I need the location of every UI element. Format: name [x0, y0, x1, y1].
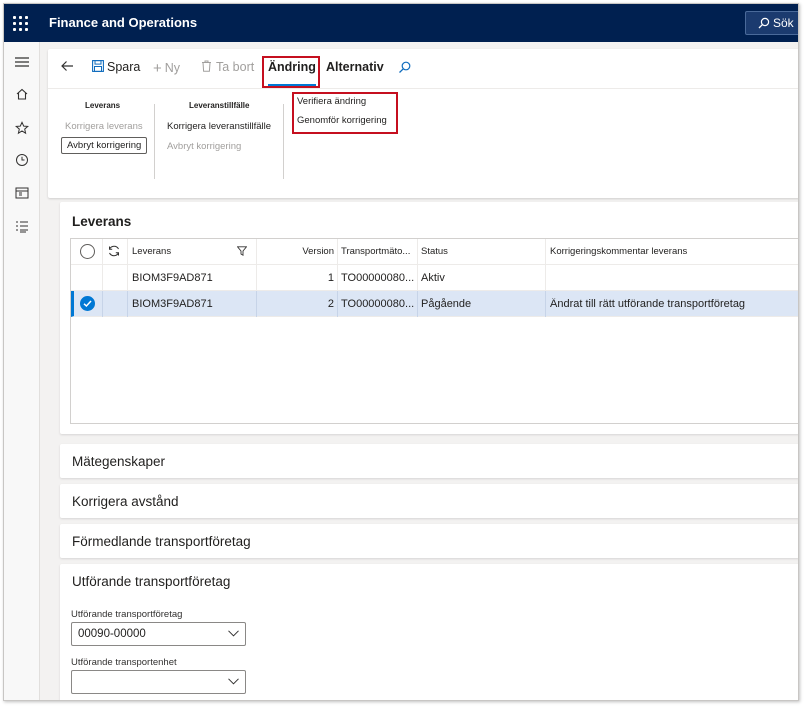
workspaces-icon[interactable] — [12, 183, 32, 203]
left-navigation — [4, 42, 40, 700]
section-korrigera-avstand[interactable]: Korrigera avstånd — [60, 484, 798, 518]
save-icon — [92, 60, 104, 72]
modules-list-icon[interactable] — [12, 217, 32, 237]
cell-transport: TO00000080... — [341, 272, 415, 284]
table-row-selected[interactable]: BIOM3F9AD871 2 TO00000080... Pågående Än… — [71, 291, 798, 317]
app-launcher-icon[interactable] — [10, 13, 30, 33]
cell-status: Aktiv — [421, 272, 445, 284]
cell-leverans: BIOM3F9AD871 — [132, 272, 213, 284]
app-title: Finance and Operations — [49, 15, 198, 30]
new-label: Ny — [164, 61, 181, 75]
search-icon — [758, 17, 770, 29]
column-header-comment[interactable]: Korrigeringskommentar leverans — [550, 246, 687, 257]
table-row[interactable]: BIOM3F9AD871 1 TO00000080... Aktiv — [71, 265, 798, 291]
column-separator — [256, 291, 257, 317]
verify-change-button[interactable]: Verifiera ändring — [297, 96, 366, 107]
save-button[interactable]: Spara — [92, 60, 140, 80]
delete-button[interactable]: Ta bort — [201, 60, 254, 80]
column-separator — [102, 291, 103, 317]
column-separator — [545, 291, 546, 317]
execute-correction-button[interactable]: Genomför korrigering — [297, 115, 387, 126]
delivery-grid: Leverans Version Transportmäto... Status… — [70, 238, 798, 424]
back-arrow-icon — [61, 61, 73, 71]
action-search-button[interactable] — [398, 61, 411, 81]
delivery-section: Leverans Leverans Version Transportmäto.… — [60, 202, 798, 434]
ribbon-group-leverans-title: Leverans — [85, 101, 121, 110]
carrier-combobox[interactable]: 00090-00000 — [71, 622, 246, 646]
refresh-icon[interactable] — [107, 244, 121, 261]
column-separator — [545, 239, 546, 265]
cell-status: Pågående — [421, 298, 472, 310]
search-icon — [399, 61, 411, 73]
section-title: Förmedlande transportföretag — [72, 534, 251, 549]
action-toolbar: Spara + Ny Ta bort Ändring Alternativ — [48, 49, 798, 89]
carrier-field-label: Utförande transportföretag — [71, 609, 183, 620]
hamburger-menu-icon[interactable] — [12, 52, 32, 72]
grid-header-row: Leverans Version Transportmäto... Status… — [71, 239, 798, 265]
filter-icon[interactable] — [236, 245, 248, 259]
global-search-button[interactable]: Sök — [745, 11, 798, 35]
save-label: Spara — [107, 60, 141, 74]
transport-unit-combobox[interactable] — [71, 670, 246, 694]
correct-delivery-button[interactable]: Korrigera leverans — [65, 121, 143, 132]
cell-comment: Ändrat till rätt utförande transportföre… — [550, 298, 746, 310]
column-separator — [337, 239, 338, 265]
column-separator — [417, 291, 418, 317]
top-bar: Finance and Operations Sök — [4, 4, 798, 42]
add-icon: + — [153, 60, 162, 77]
column-separator — [102, 239, 103, 265]
column-separator — [127, 239, 128, 265]
cancel-delivery-correction-button[interactable]: Avbryt korrigering — [61, 137, 148, 154]
section-matvarden[interactable]: Mätegenskaper — [60, 444, 798, 478]
back-button[interactable] — [60, 59, 74, 79]
section-utforande-transportforetag: Utförande transportföretag Utförande tra… — [60, 564, 798, 700]
column-separator — [417, 239, 418, 265]
column-separator — [545, 265, 546, 291]
column-separator — [127, 265, 128, 291]
trash-icon — [202, 60, 211, 72]
cell-version: 1 — [327, 272, 334, 284]
recent-clock-icon[interactable] — [12, 150, 32, 170]
section-formedlande-transportforetag[interactable]: Förmedlande transportföretag — [60, 524, 798, 558]
column-separator — [337, 265, 338, 291]
column-header-status[interactable]: Status — [421, 246, 448, 257]
column-separator — [256, 265, 257, 291]
new-button[interactable]: + Ny — [153, 60, 180, 80]
favorites-star-icon[interactable] — [12, 118, 32, 138]
delivery-section-title: Leverans — [72, 214, 132, 229]
column-separator — [102, 265, 103, 291]
home-icon[interactable] — [12, 84, 32, 104]
chevron-down-icon — [228, 678, 239, 685]
section-title: Mätegenskaper — [72, 454, 166, 469]
cell-version: 2 — [327, 298, 334, 310]
cell-transport: TO00000080... — [341, 298, 415, 310]
global-search-label: Sök — [773, 16, 794, 30]
column-header-version[interactable]: Version — [301, 246, 334, 257]
column-header-leverans[interactable]: Leverans — [132, 246, 171, 257]
action-pane: Spara + Ny Ta bort Ändring Alternativ Lev… — [48, 49, 798, 198]
delete-label: Ta bort — [216, 60, 255, 74]
correct-occasion-button[interactable]: Korrigera leveranstillfälle — [167, 121, 271, 132]
transport-unit-field-label: Utförande transportenhet — [71, 657, 177, 668]
column-separator — [127, 291, 128, 317]
ribbon-divider — [154, 104, 155, 179]
tab-alternativ[interactable]: Alternativ — [326, 60, 384, 80]
section-title[interactable]: Utförande transportföretag — [72, 574, 230, 589]
carrier-value: 00090-00000 — [78, 628, 146, 640]
tab-andring[interactable]: Ändring — [268, 60, 316, 86]
ribbon-divider — [283, 104, 284, 179]
row-selected-check-icon[interactable] — [80, 296, 95, 311]
ribbon-group-occasion-title: Leveranstillfälle — [189, 101, 250, 110]
chevron-down-icon — [228, 630, 239, 637]
cancel-occasion-correction-button[interactable]: Avbryt korrigering — [167, 141, 241, 152]
column-header-transport[interactable]: Transportmäto... — [341, 246, 415, 257]
select-all-radio[interactable] — [80, 244, 95, 259]
main-content: Spara + Ny Ta bort Ändring Alternativ Lev… — [40, 42, 798, 700]
column-separator — [256, 239, 257, 265]
column-separator — [417, 265, 418, 291]
cell-leverans: BIOM3F9AD871 — [132, 298, 213, 310]
column-separator — [337, 291, 338, 317]
app-window: Finance and Operations Sök Spara + Ny Ta… — [3, 3, 799, 701]
section-title: Korrigera avstånd — [72, 494, 179, 509]
